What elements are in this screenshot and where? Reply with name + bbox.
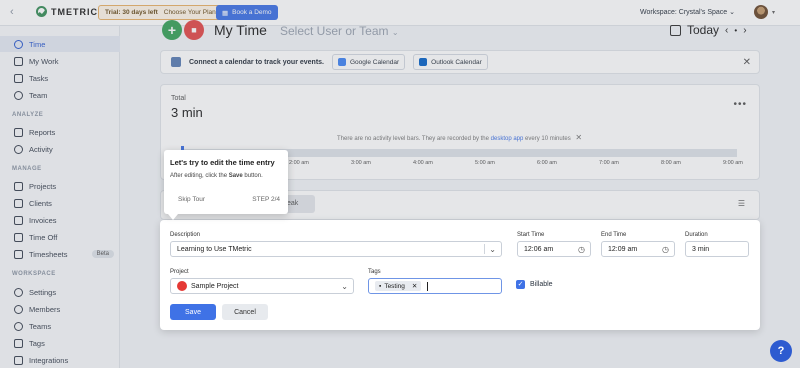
- remove-tag-icon[interactable]: ✕: [412, 282, 417, 290]
- start-time-field[interactable]: 12:06 am ◷: [517, 241, 591, 257]
- help-chat-button[interactable]: ?: [770, 340, 792, 362]
- tag-chip: ▪ Testing ✕: [375, 281, 422, 291]
- clock-icon[interactable]: ◷: [662, 245, 669, 254]
- save-button[interactable]: Save: [170, 304, 216, 320]
- tags-input[interactable]: ▪ Testing ✕: [368, 278, 502, 294]
- billable-checkbox[interactable]: ✓: [516, 280, 525, 289]
- start-time-value: 12:06 am: [524, 245, 554, 253]
- tour-body-bold: Save: [228, 173, 243, 179]
- text-cursor: [427, 281, 429, 291]
- skip-tour-button[interactable]: Skip Tour: [178, 196, 205, 203]
- description-label: Description: [170, 232, 201, 238]
- clock-icon[interactable]: ◷: [578, 245, 585, 254]
- start-time-label: Start Time: [517, 232, 545, 238]
- chevron-down-icon[interactable]: ⌄: [489, 245, 496, 254]
- description-field[interactable]: Learning to Use TMetric ⌄: [170, 241, 502, 257]
- tour-body-end: button.: [244, 173, 263, 179]
- tags-label: Tags: [368, 269, 381, 275]
- end-time-label: End Time: [601, 232, 627, 238]
- description-value: Learning to Use TMetric: [177, 245, 252, 253]
- tour-title: Let's try to edit the time entry: [170, 158, 275, 167]
- duration-value: 3 min: [692, 245, 710, 253]
- duration-label: Duration: [685, 232, 708, 238]
- divider: [484, 244, 485, 254]
- time-entry-editor: Description Learning to Use TMetric ⌄ St…: [160, 220, 760, 330]
- project-select[interactable]: Sample Project ⌄: [170, 278, 354, 294]
- billable-label: Billable: [530, 281, 553, 288]
- end-time-value: 12:09 am: [608, 245, 638, 253]
- tour-body-text: After editing, click the: [170, 173, 228, 179]
- end-time-field[interactable]: 12:09 am ◷: [601, 241, 675, 257]
- cancel-button[interactable]: Cancel: [222, 304, 268, 320]
- tour-step: STEP 2/4: [252, 196, 280, 203]
- tour-body: After editing, click the Save button.: [170, 173, 263, 179]
- briefcase-icon: ▪: [379, 282, 382, 290]
- project-color-dot: [177, 281, 187, 291]
- tour-tooltip: Let's try to edit the time entry After e…: [164, 150, 288, 220]
- project-label: Project: [170, 269, 189, 275]
- project-value: Sample Project: [191, 282, 239, 290]
- tag-label: Testing: [384, 282, 405, 290]
- chevron-down-icon[interactable]: ⌄: [341, 282, 348, 291]
- duration-field[interactable]: 3 min: [685, 241, 749, 257]
